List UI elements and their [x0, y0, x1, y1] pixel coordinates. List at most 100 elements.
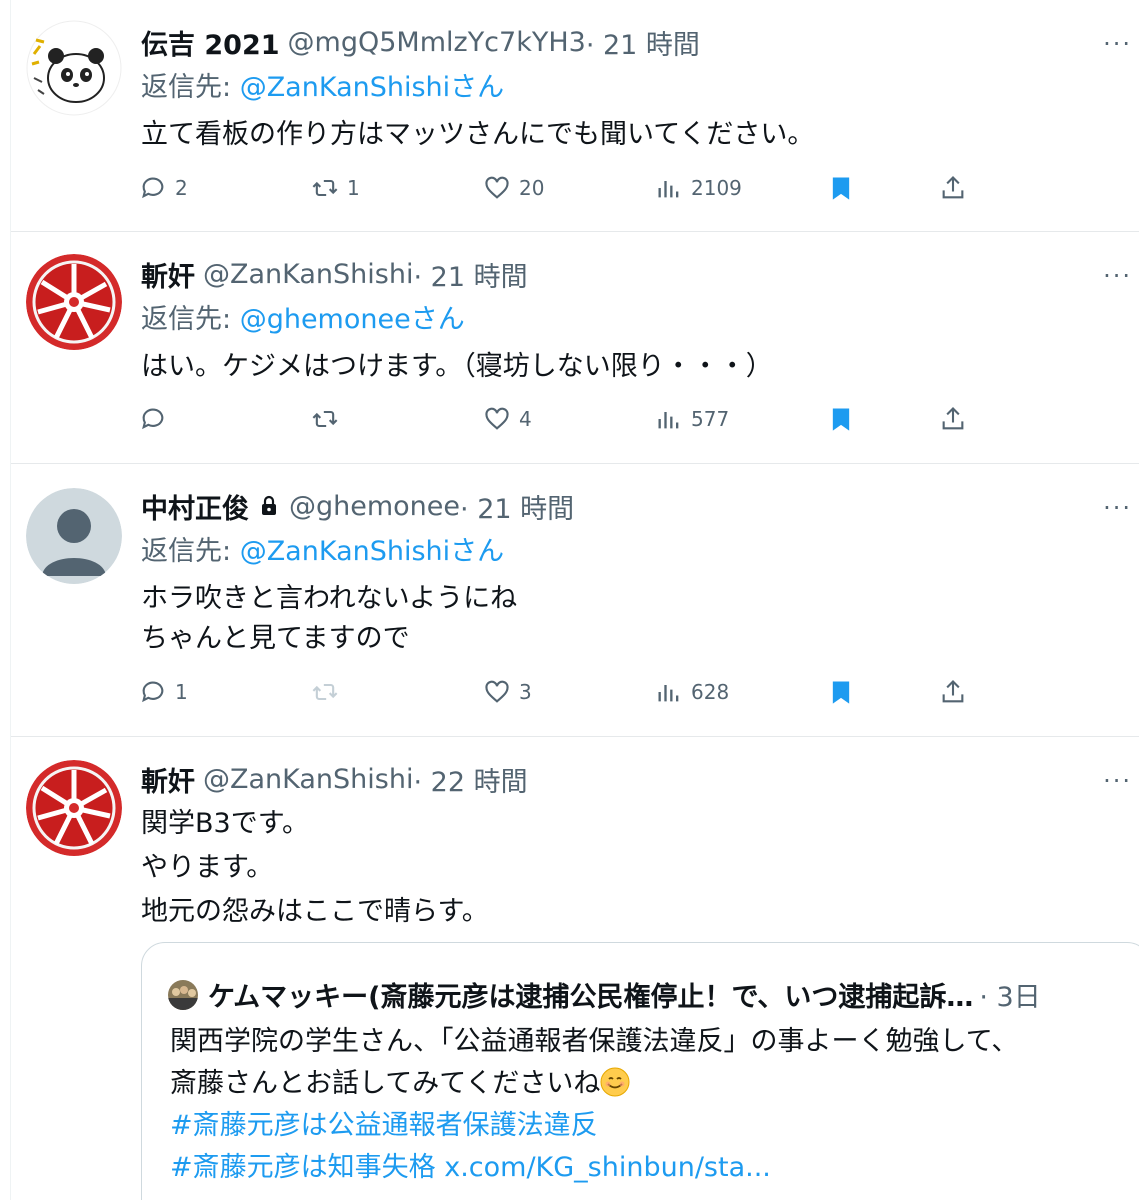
bookmark-filled-icon [832, 408, 850, 431]
bookmark-button[interactable] [827, 170, 855, 206]
display-name[interactable]: 斬奸 [141, 760, 195, 799]
display-name[interactable]: 伝吉 2021 [141, 23, 280, 62]
quoted-line: 斎藤さんとお話してみてくださいね [170, 1068, 601, 1099]
tweet-text: 関学B3です。 やります。 地元の怨みはここで晴らす。 [141, 802, 489, 934]
quoted-display-name: ケムマッキー(斎藤元彦は逮捕公民権停止！で、いつ逮捕起訴… [208, 982, 974, 1013]
timestamp[interactable]: · 22 時間 [413, 760, 527, 799]
reply-count: 1 [175, 680, 188, 704]
reply-mention-link[interactable]: @ZanKanShishi [240, 536, 450, 567]
quoted-tweet[interactable]: ケムマッキー(斎藤元彦は逮捕公民権停止！で、いつ逮捕起訴… · 3日 関西学院の… [141, 942, 1139, 1200]
reply-context: 返信先: @ZanKanShishiさん [141, 65, 504, 104]
tweet[interactable]: 伝吉 2021 @mgQ5MmlzYc7kYH3 · 21 時間 ··· 返信先… [11, 0, 1139, 232]
share-button[interactable] [939, 401, 967, 437]
default-person-avatar[interactable] [26, 488, 122, 584]
retweet-button-disabled [311, 674, 347, 710]
reply-suffix: さん [410, 304, 465, 335]
quoted-tweet-header: ケムマッキー(斎藤元彦は逮捕公民権停止！で、いつ逮捕起訴… · 3日 [168, 975, 1041, 1014]
reply-count: 2 [175, 176, 188, 200]
bookmark-button[interactable] [827, 674, 855, 710]
panda-sketch-avatar[interactable] [26, 20, 122, 116]
quoted-line: 関西学院の学生さん、「公益通報者保護法違反」の事よーく勉強して、 [170, 1026, 1019, 1057]
hashtag-link[interactable]: #斎藤元彦は知事失格 [170, 1152, 436, 1183]
tweet[interactable]: 斬奸 @ZanKanShishi · 21 時間 ··· 返信先: @ghemo… [11, 232, 1139, 464]
views-count: 577 [691, 407, 730, 431]
tweet-line: ホラ吹きと言われないようにね [141, 583, 518, 614]
reply-mention-link[interactable]: @ZanKanShishi [240, 72, 450, 103]
timestamp[interactable]: · 21 時間 [413, 255, 527, 294]
red-candy-tin-avatar[interactable] [26, 254, 122, 350]
more-options-icon[interactable]: ··· [1103, 30, 1132, 58]
heart-icon [485, 407, 509, 430]
like-count: 4 [519, 407, 532, 431]
share-button[interactable] [939, 170, 967, 206]
user-handle[interactable]: @ghemonee [289, 491, 460, 522]
retweet-count: 1 [347, 176, 360, 200]
hashtag-link[interactable]: #斎藤元彦は公益通報者保護法違反 [170, 1105, 1018, 1147]
url-link[interactable]: x.com/KG_shinbun/sta... [444, 1152, 771, 1183]
red-candy-tin-avatar[interactable] [26, 760, 122, 856]
bookmark-filled-icon [832, 177, 850, 200]
lock-icon [257, 493, 281, 519]
like-button[interactable]: 20 [483, 170, 544, 206]
reply-button[interactable] [139, 401, 175, 437]
reply-icon [142, 177, 164, 199]
action-bar: 4 577 [139, 401, 979, 437]
share-icon [942, 176, 964, 199]
share-icon [942, 680, 964, 703]
quoted-tweet-text: 関西学院の学生さん、「公益通報者保護法違反」の事よーく勉強して、 斎藤さんとお話… [170, 1021, 1018, 1189]
tweet-line: 地元の怨みはここで晴らす。 [141, 896, 489, 927]
views-button[interactable]: 2109 [655, 170, 742, 206]
views-count: 628 [691, 680, 730, 704]
tweet-header: 伝吉 2021 @mgQ5MmlzYc7kYH3 · 21 時間 [141, 22, 700, 62]
reply-prefix: 返信先: [141, 304, 240, 335]
action-bar: 2 1 20 2109 [139, 170, 979, 206]
display-name[interactable]: 斬奸 [141, 255, 195, 294]
like-button[interactable]: 4 [483, 401, 532, 437]
share-icon [942, 407, 964, 430]
user-handle[interactable]: @ZanKanShishi [203, 259, 413, 290]
reply-icon [142, 408, 164, 430]
views-count: 2109 [691, 176, 742, 200]
like-button[interactable]: 3 [483, 674, 532, 710]
tweet-text: 立て看板の作り方はマッツさんにでも聞いてください。 [141, 115, 814, 155]
reply-icon [142, 681, 164, 703]
tweet-header: 中村正俊 @ghemonee · 21 時間 [141, 486, 574, 526]
user-handle[interactable]: @mgQ5MmlzYc7kYH3 [288, 27, 586, 58]
retweet-icon [312, 179, 338, 197]
like-count: 20 [519, 176, 545, 200]
reply-context: 返信先: @ghemoneeさん [141, 297, 465, 336]
reply-prefix: 返信先: [141, 72, 240, 103]
retweet-button[interactable] [311, 401, 347, 437]
tweet-line: やります。 [141, 852, 274, 883]
views-button[interactable]: 577 [655, 401, 729, 437]
more-options-icon[interactable]: ··· [1103, 262, 1132, 290]
more-options-icon[interactable]: ··· [1103, 494, 1132, 522]
views-button[interactable]: 628 [655, 674, 729, 710]
timestamp[interactable]: · 21 時間 [460, 487, 574, 526]
reply-button[interactable]: 1 [139, 674, 188, 710]
reply-context: 返信先: @ZanKanShishiさん [141, 529, 504, 568]
timestamp[interactable]: · 21 時間 [586, 23, 700, 62]
group-photo-avatar [168, 979, 198, 1010]
quoted-timestamp: · 3日 [979, 982, 1041, 1013]
tweet-line: はい。ケジメはつけます。（寝坊しない限り・・・） [141, 351, 773, 382]
tweet[interactable]: 中村正俊 @ghemonee · 21 時間 ··· 返信先: @ZanKanS… [11, 464, 1139, 737]
tweet-line: ちゃんと見てますので [141, 623, 410, 654]
more-options-icon[interactable]: ··· [1103, 767, 1132, 795]
heart-icon [485, 680, 509, 703]
user-handle[interactable]: @ZanKanShishi [203, 764, 413, 795]
tweet-text: ホラ吹きと言われないようにね ちゃんと見てますので [141, 579, 517, 659]
quoted-line-with-emoji: 斎藤さんとお話してみてくださいね [170, 1063, 1018, 1105]
retweet-icon [312, 683, 338, 701]
reply-button[interactable]: 2 [139, 170, 188, 206]
tweet[interactable]: 斬奸 @ZanKanShishi · 22 時間 ··· 関学B3です。 やりま… [11, 737, 1139, 1200]
tweet-header: 斬奸 @ZanKanShishi · 22 時間 [141, 759, 528, 799]
reply-mention-link[interactable]: @ghemonee [240, 304, 411, 335]
reply-suffix: さん [450, 536, 505, 567]
bookmark-button[interactable] [827, 401, 855, 437]
display-name[interactable]: 中村正俊 [141, 487, 249, 526]
retweet-button[interactable]: 1 [311, 170, 360, 206]
reply-suffix: さん [450, 72, 505, 103]
share-button[interactable] [939, 674, 967, 710]
views-chart-icon [658, 181, 679, 198]
